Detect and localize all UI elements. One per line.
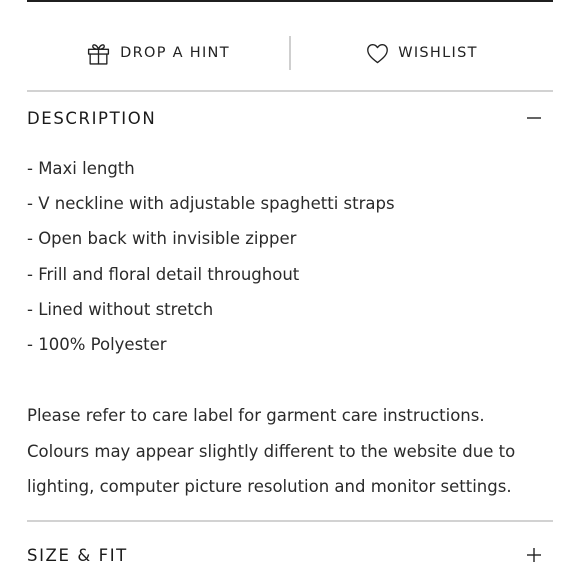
description-accordion-header[interactable]: DESCRIPTION — [27, 103, 553, 133]
section-divider — [27, 520, 553, 522]
care-instructions: Please refer to care label for garment c… — [27, 398, 553, 505]
description-list: - Maxi length - V neckline with adjustab… — [27, 151, 395, 362]
size-fit-title: SIZE & FIT — [27, 545, 128, 565]
minus-icon[interactable] — [524, 108, 544, 128]
drop-a-hint-button[interactable]: DROP A HINT — [27, 41, 289, 66]
section-divider — [27, 90, 553, 92]
care-line: Please refer to care label for garment c… — [27, 406, 485, 425]
list-item: - Frill and floral detail throughout — [27, 264, 300, 284]
description-title: DESCRIPTION — [27, 108, 157, 128]
list-item: - Maxi length — [27, 159, 135, 178]
wishlist-label: WISHLIST — [398, 45, 478, 61]
care-line: Colours may appear slightly different to… — [27, 441, 516, 461]
heart-icon — [366, 43, 389, 64]
list-item: - Open back with invisible zipper — [27, 229, 297, 249]
list-item: - V neckline with adjustable spaghetti s… — [27, 194, 395, 214]
top-divider — [27, 0, 553, 2]
plus-icon[interactable] — [524, 545, 544, 565]
size-fit-accordion-header[interactable]: SIZE & FIT — [27, 540, 553, 570]
wishlist-button[interactable]: WISHLIST — [291, 43, 553, 64]
care-line: lighting, computer picture resolution an… — [27, 477, 512, 496]
drop-a-hint-label: DROP A HINT — [120, 45, 230, 61]
list-item: - 100% Polyester — [27, 335, 167, 355]
gift-icon — [86, 41, 111, 66]
product-actions: DROP A HINT WISHLIST — [27, 28, 553, 78]
list-item: - Lined without stretch — [27, 299, 214, 319]
